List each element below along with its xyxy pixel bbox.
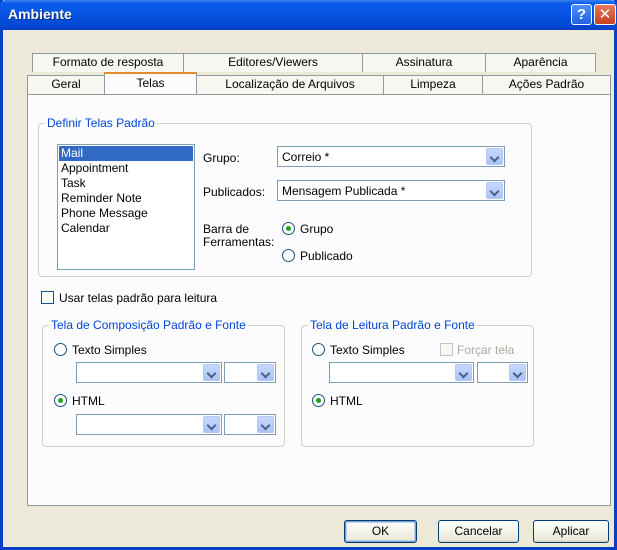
list-item[interactable]: Phone Message: [59, 206, 193, 221]
tab-geral[interactable]: Geral: [27, 75, 105, 94]
reading-plain-text-label[interactable]: Texto Simples: [330, 343, 405, 357]
tab-aparencia[interactable]: Aparência: [485, 53, 596, 72]
compose-html-label[interactable]: HTML: [72, 394, 105, 408]
cancel-button[interactable]: Cancelar: [438, 520, 519, 543]
reading-html-label[interactable]: HTML: [330, 394, 363, 408]
compose-html-size-select[interactable]: [224, 414, 276, 435]
tab-limpeza[interactable]: Limpeza: [383, 75, 483, 94]
force-screen-label[interactable]: Forçar tela: [457, 343, 514, 357]
use-default-reading-checkbox[interactable]: [41, 291, 54, 304]
toolbar-group-radio[interactable]: [282, 222, 295, 235]
chevron-down-icon[interactable]: [486, 182, 503, 199]
chevron-down-icon[interactable]: [203, 416, 220, 433]
tab-page-telas: Definir Telas Padrão Mail Appointment Ta…: [27, 94, 611, 506]
chevron-down-icon[interactable]: [509, 364, 526, 381]
help-icon[interactable]: ?: [571, 4, 592, 25]
toolbar-published-label[interactable]: Publicado: [300, 249, 353, 263]
reading-plain-font-select[interactable]: [329, 362, 474, 383]
toolbar-label-line1: Barra de: [203, 222, 250, 236]
list-item[interactable]: Mail: [59, 146, 193, 161]
tab-acoes-padrao[interactable]: Ações Padrão: [482, 75, 611, 94]
tab-localizacao-de-arquivos[interactable]: Localização de Arquivos: [196, 75, 384, 94]
compose-legend: Tela de Composição Padrão e Fonte: [49, 318, 248, 332]
published-value: Mensagem Publicada *: [282, 184, 406, 198]
default-screens-legend: Definir Telas Padrão: [45, 116, 157, 130]
apply-button[interactable]: Aplicar: [533, 520, 609, 543]
chevron-down-icon[interactable]: [455, 364, 472, 381]
default-screens-group: Definir Telas Padrão Mail Appointment Ta…: [38, 116, 532, 277]
compose-plain-size-select[interactable]: [224, 362, 276, 383]
reading-legend: Tela de Leitura Padrão e Fonte: [308, 318, 477, 332]
tab-telas[interactable]: Telas: [104, 72, 197, 94]
tab-editores-viewers[interactable]: Editores/Viewers: [183, 53, 363, 72]
toolbar-group-label[interactable]: Grupo: [300, 222, 333, 236]
window-title: Ambiente: [8, 6, 72, 22]
reading-group: Tela de Leitura Padrão e Fonte Texto Sim…: [301, 318, 534, 447]
toolbar-published-radio[interactable]: [282, 249, 295, 262]
ok-button[interactable]: OK: [344, 520, 417, 543]
reading-plain-size-select[interactable]: [477, 362, 528, 383]
chevron-down-icon[interactable]: [257, 364, 274, 381]
compose-plain-text-radio[interactable]: [54, 343, 67, 356]
title-bar[interactable]: Ambiente ? ✕: [0, 0, 617, 30]
reading-plain-text-radio[interactable]: [312, 343, 325, 356]
group-value: Correio *: [282, 150, 330, 164]
tab-assinatura[interactable]: Assinatura: [362, 53, 486, 72]
compose-plain-font-select[interactable]: [76, 362, 222, 383]
chevron-down-icon[interactable]: [257, 416, 274, 433]
list-item[interactable]: Reminder Note: [59, 191, 193, 206]
list-item[interactable]: Calendar: [59, 221, 193, 236]
close-icon[interactable]: ✕: [594, 4, 616, 25]
message-type-list[interactable]: Mail Appointment Task Reminder Note Phon…: [57, 144, 195, 270]
compose-plain-text-label[interactable]: Texto Simples: [72, 343, 147, 357]
force-screen-checkbox[interactable]: [440, 343, 453, 356]
list-item[interactable]: Task: [59, 176, 193, 191]
group-select[interactable]: Correio *: [277, 146, 505, 167]
list-item[interactable]: Appointment: [59, 161, 193, 176]
options-dialog: Ambiente ? ✕ Formato de resposta Editore…: [0, 0, 617, 550]
chevron-down-icon[interactable]: [203, 364, 220, 381]
published-select[interactable]: Mensagem Publicada *: [277, 180, 505, 201]
reading-html-radio[interactable]: [312, 394, 325, 407]
compose-html-radio[interactable]: [54, 394, 67, 407]
use-default-reading-label[interactable]: Usar telas padrão para leitura: [59, 291, 217, 305]
compose-group: Tela de Composição Padrão e Fonte Texto …: [42, 318, 285, 447]
compose-html-font-select[interactable]: [76, 414, 222, 435]
toolbar-label-line2: Ferramentas:: [203, 235, 275, 249]
chevron-down-icon[interactable]: [486, 148, 503, 165]
group-label: Grupo:: [203, 151, 240, 165]
tab-formato-de-resposta[interactable]: Formato de resposta: [32, 53, 184, 72]
published-label: Publicados:: [203, 185, 266, 199]
